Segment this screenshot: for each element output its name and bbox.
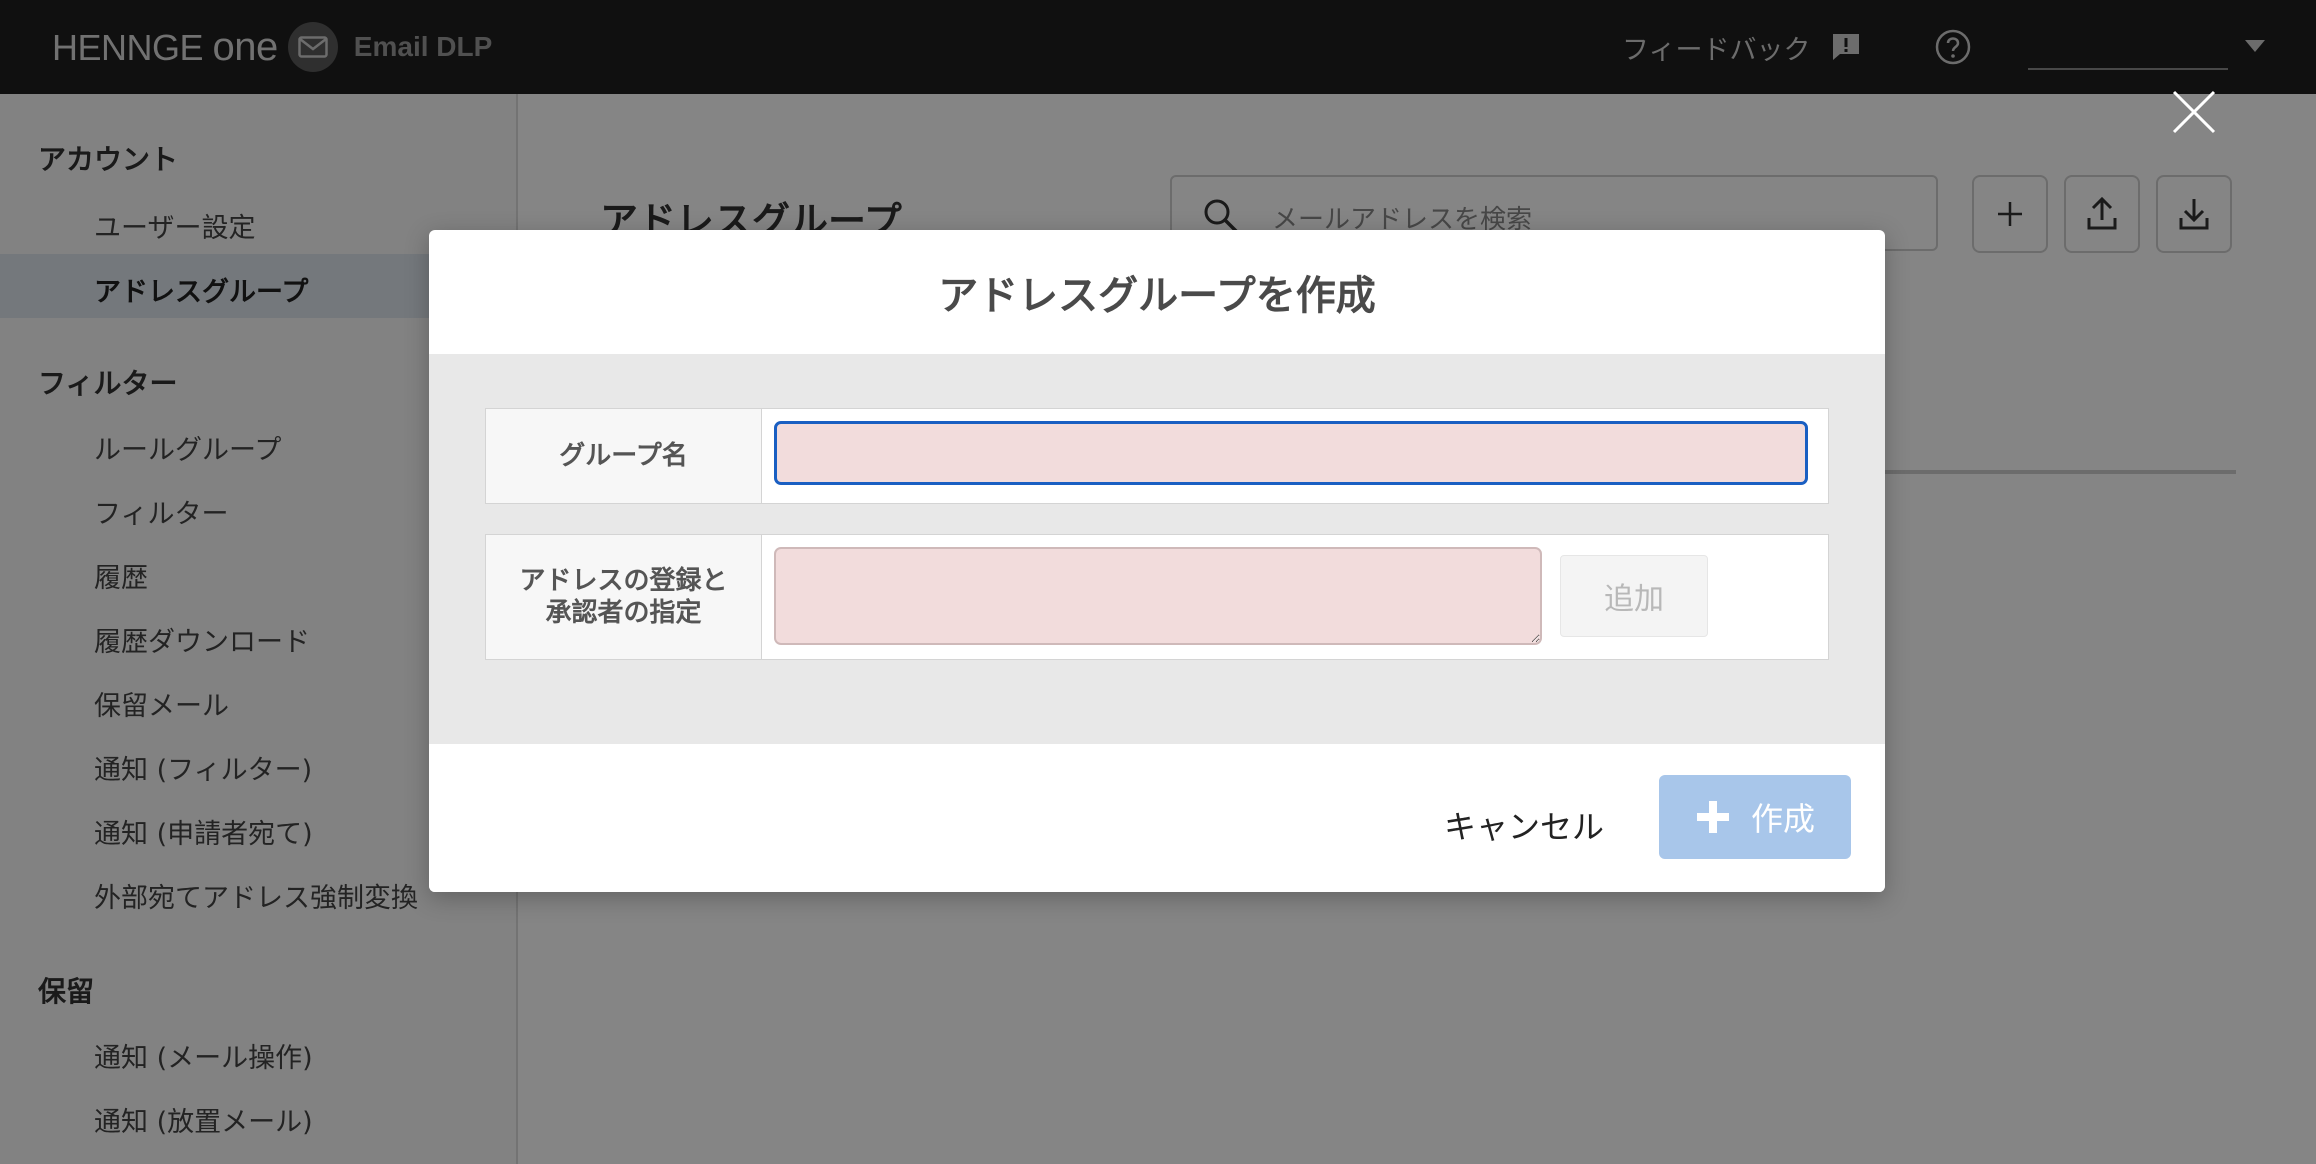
plus-icon: [1696, 801, 1729, 833]
group-name-label: グループ名: [486, 409, 762, 503]
cancel-button[interactable]: キャンセル: [1444, 802, 1604, 848]
dialog-title: アドレスグループを作成: [938, 273, 1376, 319]
group-name-input[interactable]: [774, 421, 1808, 485]
address-textarea[interactable]: [774, 547, 1542, 645]
close-icon[interactable]: [2170, 88, 2218, 140]
create-address-group-dialog: アドレスグループを作成 グループ名 アドレスの登録と 承認者の指定 追加 キャン…: [429, 230, 1885, 892]
create-button[interactable]: 作成: [1659, 775, 1851, 859]
address-row: アドレスの登録と 承認者の指定 追加: [485, 534, 1829, 660]
dialog-header: アドレスグループを作成: [429, 230, 1885, 354]
dialog-footer: キャンセル 作成: [429, 744, 1885, 892]
group-name-row: グループ名: [485, 408, 1829, 504]
create-button-label: 作成: [1750, 800, 1815, 838]
dialog-body: グループ名 アドレスの登録と 承認者の指定 追加: [429, 354, 1885, 744]
address-label: アドレスの登録と 承認者の指定: [486, 535, 762, 659]
add-address-button[interactable]: 追加: [1560, 555, 1708, 637]
